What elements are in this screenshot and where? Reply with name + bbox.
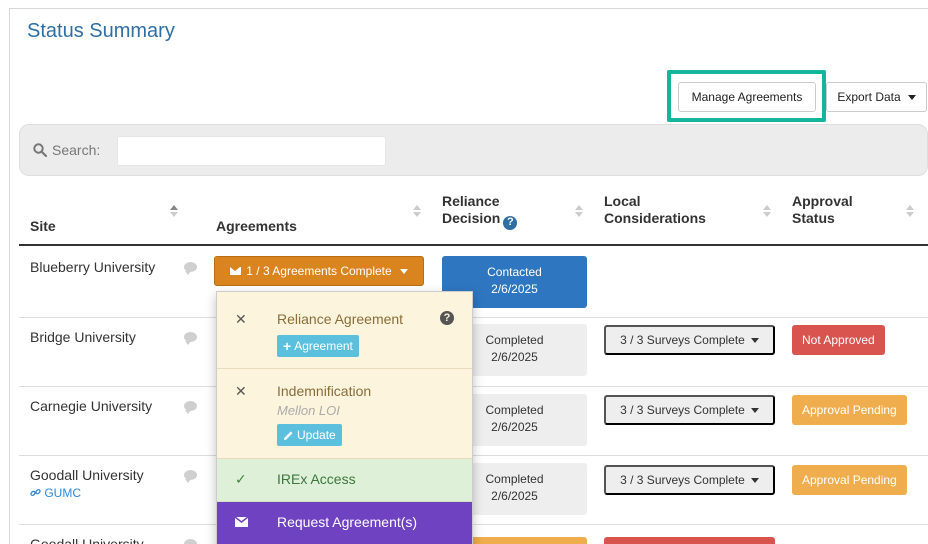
site-name: Goodall University xyxy=(30,536,144,544)
surveys-dropdown-button[interactable]: 3 / 3 Surveys Complete xyxy=(604,325,775,355)
menu-item-title: Request Agreement(s) xyxy=(277,514,418,530)
column-header-approval-status[interactable]: Approval Status xyxy=(792,193,853,227)
plus-icon: + xyxy=(283,338,292,354)
agreements-dropdown-button[interactable]: 1 / 3 Agreements Complete xyxy=(214,256,424,286)
search-label: Search: xyxy=(52,142,101,158)
row-divider xyxy=(19,455,928,456)
approval-status-badge: Approval Pending xyxy=(792,395,907,425)
site-sublink[interactable]: GUMC xyxy=(30,486,81,500)
column-header-approval-line1: Approval xyxy=(792,193,853,209)
column-header-reliance-decision[interactable]: Reliance Decision? xyxy=(442,193,518,230)
site-name: Carnegie University xyxy=(30,398,153,414)
surveys-dropdown-button[interactable]: 3 / 3 Surveys Complete xyxy=(604,395,775,425)
column-header-local-considerations[interactable]: Local Considerations xyxy=(604,193,706,227)
envelope-icon xyxy=(230,267,242,275)
reliance-decision-badge[interactable] xyxy=(470,537,587,544)
site-name: Bridge University xyxy=(30,329,136,345)
column-header-local-line2: Considerations xyxy=(604,210,706,226)
row-divider xyxy=(19,317,928,318)
column-header-site-label: Site xyxy=(30,218,56,234)
menu-item-title: IREx Access xyxy=(277,471,356,487)
search-input[interactable] xyxy=(117,136,386,166)
incomplete-x-icon: ✕ xyxy=(235,383,247,399)
surveys-status-label: 3 / 3 Surveys Complete xyxy=(620,333,745,347)
caret-down-icon xyxy=(750,477,759,483)
sort-icon[interactable] xyxy=(575,205,583,219)
page-title: Status Summary xyxy=(27,20,175,42)
surveys-dropdown-button[interactable] xyxy=(604,537,775,544)
column-header-site[interactable]: Site xyxy=(30,218,56,235)
request-agreements-button[interactable]: Request Agreement(s) xyxy=(217,502,472,544)
add-agreement-button[interactable]: + Agreement xyxy=(277,335,359,357)
manage-agreements-label: Manage Agreements xyxy=(691,90,803,104)
manage-agreements-button[interactable]: Manage Agreements xyxy=(678,82,816,112)
site-name: Blueberry University xyxy=(30,259,156,275)
column-header-agreements-label: Agreements xyxy=(216,218,297,234)
surveys-status-label: 3 / 3 Surveys Complete xyxy=(620,473,745,487)
sort-icon[interactable] xyxy=(170,205,178,219)
comment-icon[interactable] xyxy=(184,539,197,544)
caret-down-icon xyxy=(907,94,916,100)
check-icon: ✓ xyxy=(235,471,247,487)
export-data-label: Export Data xyxy=(837,90,901,104)
header-divider xyxy=(19,244,928,246)
row-divider xyxy=(19,386,928,387)
surveys-dropdown-button[interactable]: 3 / 3 Surveys Complete xyxy=(604,465,775,495)
sort-icon[interactable] xyxy=(906,205,914,219)
comment-icon[interactable] xyxy=(184,332,197,345)
update-label: Update xyxy=(297,428,336,442)
menu-item-subtitle: Mellon LOI xyxy=(277,403,340,418)
pencil-icon xyxy=(283,430,293,440)
column-header-approval-line2: Status xyxy=(792,210,835,226)
site-name: Goodall University xyxy=(30,467,144,483)
update-button[interactable]: Update xyxy=(277,424,342,446)
menu-item-title: Reliance Agreement xyxy=(277,311,404,327)
export-data-button[interactable]: Export Data xyxy=(826,82,927,112)
sort-icon[interactable] xyxy=(763,205,771,219)
caret-down-icon xyxy=(399,268,408,274)
column-header-reliance-line1: Reliance xyxy=(442,193,500,209)
menu-item-irex-access[interactable]: ✓ IREx Access xyxy=(217,459,472,502)
help-icon[interactable]: ? xyxy=(503,215,518,230)
search-icon xyxy=(33,143,47,157)
menu-item-reliance-agreement[interactable]: ✕ Reliance Agreement ? + Agreement xyxy=(217,292,472,369)
agreements-dropdown-menu: ✕ Reliance Agreement ? + Agreement ✕ Ind… xyxy=(216,291,473,544)
approval-status-badge: Approval Pending xyxy=(792,465,907,495)
help-icon[interactable]: ? xyxy=(440,311,454,325)
agreements-status-label: 1 / 3 Agreements Complete xyxy=(246,264,392,278)
link-icon xyxy=(30,488,41,497)
menu-item-title: Indemnification xyxy=(277,383,372,399)
caret-down-icon xyxy=(750,337,759,343)
site-sublink-label: GUMC xyxy=(44,486,82,500)
row-divider xyxy=(19,524,928,525)
incomplete-x-icon: ✕ xyxy=(235,311,247,327)
menu-item-indemnification[interactable]: ✕ Indemnification Mellon LOI Update xyxy=(217,369,472,459)
approval-status-badge: Not Approved xyxy=(792,325,885,355)
column-header-agreements[interactable]: Agreements xyxy=(216,218,297,235)
column-header-reliance-line2: Decision xyxy=(442,210,501,226)
sort-icon[interactable] xyxy=(413,205,421,219)
comment-icon[interactable] xyxy=(184,401,197,414)
add-agreement-label: Agreement xyxy=(294,339,353,353)
decision-status: Contacted xyxy=(487,265,542,279)
surveys-status-label: 3 / 3 Surveys Complete xyxy=(620,403,745,417)
comment-icon[interactable] xyxy=(184,262,197,275)
caret-down-icon xyxy=(750,407,759,413)
column-header-local-line1: Local xyxy=(604,193,641,209)
comment-icon[interactable] xyxy=(184,470,197,483)
envelope-icon xyxy=(235,517,248,527)
